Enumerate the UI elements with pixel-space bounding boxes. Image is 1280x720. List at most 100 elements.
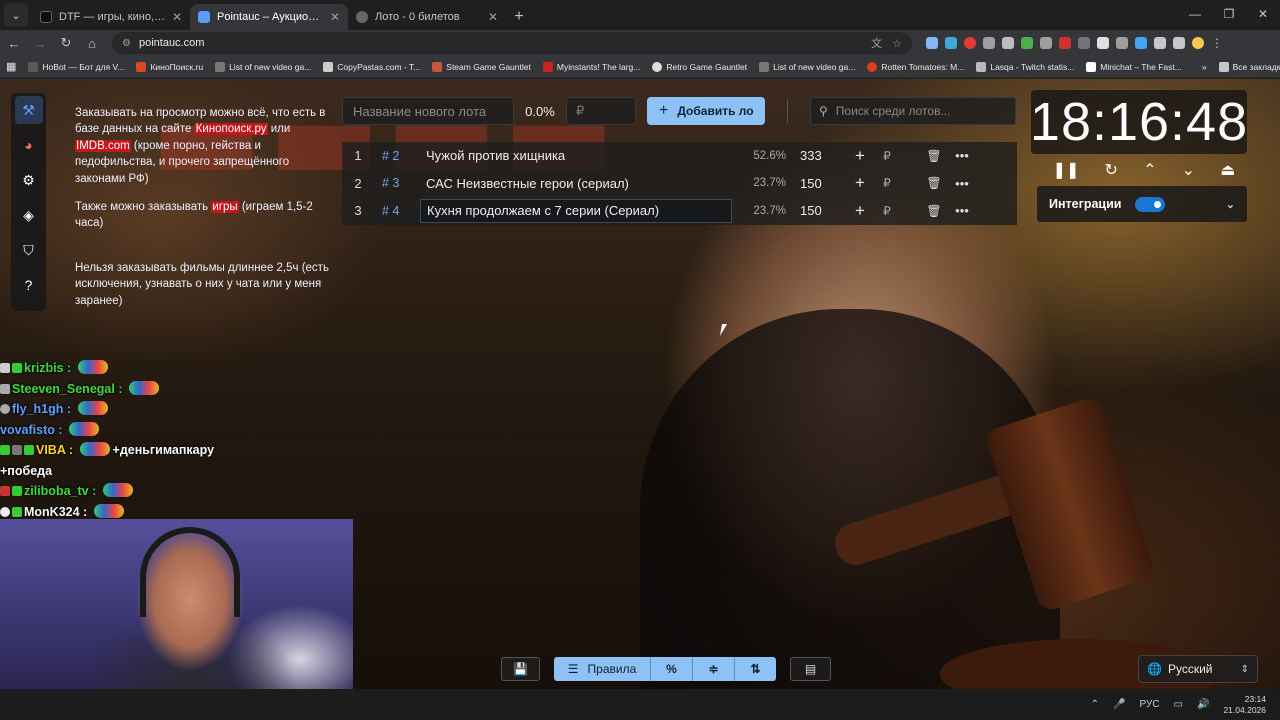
profile-avatar-icon[interactable] bbox=[1192, 37, 1204, 49]
all-bookmarks-folder[interactable]: Все закладки bbox=[1213, 61, 1280, 72]
lot-name-edit-field[interactable]: Кухня продолжаем с 7 серии (Сериал) bbox=[420, 198, 732, 223]
bookmark-item[interactable]: List of new video ga... bbox=[209, 61, 317, 72]
chevron-up-icon[interactable]: ⌃ bbox=[1143, 160, 1156, 180]
tray-chevron-icon[interactable]: ⌃ bbox=[1091, 699, 1099, 710]
clear-list-icon[interactable]: ▤ bbox=[790, 657, 831, 681]
compress-icon[interactable]: ≑ bbox=[693, 657, 734, 681]
kinopoisk-link[interactable]: Кинопоиск.ру bbox=[194, 123, 268, 136]
bookmark-item[interactable]: Minichat – The Fast... bbox=[1080, 61, 1188, 72]
eject-icon[interactable]: ⏏ bbox=[1220, 160, 1235, 180]
wheel-icon[interactable]: ◕ bbox=[15, 131, 43, 159]
lot-currency[interactable]: ₽ bbox=[874, 149, 900, 163]
add-amount-icon[interactable]: + bbox=[846, 201, 874, 221]
lot-name[interactable]: Чужой против хищника bbox=[420, 144, 732, 168]
lot-id[interactable]: # 2 bbox=[374, 149, 420, 163]
lot-search-input[interactable]: ⚲ Поиск среди лотов... bbox=[810, 97, 1016, 125]
extension-icon[interactable] bbox=[1097, 37, 1109, 49]
integrations-panel[interactable]: Интеграции ⌄ bbox=[1037, 186, 1247, 222]
new-tab-button[interactable]: + bbox=[506, 4, 532, 30]
bookmark-item[interactable]: Steam Game Gauntlet bbox=[426, 61, 537, 72]
sort-icon[interactable]: ⇅ bbox=[735, 657, 776, 681]
extension-icon[interactable] bbox=[1021, 37, 1033, 49]
volume-icon[interactable]: 🔊 bbox=[1197, 699, 1209, 710]
close-icon[interactable]: ✕ bbox=[488, 10, 498, 24]
media-controls-icon[interactable] bbox=[1173, 37, 1185, 49]
pause-icon[interactable]: ❚❚ bbox=[1053, 160, 1080, 180]
close-icon[interactable]: ✕ bbox=[172, 10, 182, 24]
bookmark-star-icon[interactable]: ☆ bbox=[892, 37, 902, 50]
back-button[interactable]: ← bbox=[2, 36, 26, 51]
chevron-down-icon[interactable]: ⌄ bbox=[1226, 198, 1235, 211]
more-options-icon[interactable]: ••• bbox=[948, 148, 976, 163]
minimize-button[interactable]: — bbox=[1178, 0, 1212, 28]
tab-search-button[interactable]: ⌄ bbox=[4, 3, 28, 27]
more-bookmarks-chevron-icon[interactable]: » bbox=[1196, 62, 1213, 72]
bookmark-item[interactable]: CopyPastas.com - T... bbox=[317, 61, 426, 72]
tab-pointauc[interactable]: Pointauc – Аукционы, лотере ✕ bbox=[190, 4, 348, 30]
lot-id[interactable]: # 4 bbox=[374, 204, 420, 218]
gear-icon[interactable]: ⚙ bbox=[15, 166, 43, 194]
layers-icon[interactable]: ◈ bbox=[15, 201, 43, 229]
language-select[interactable]: 🌐 Русский ⇕ bbox=[1138, 655, 1258, 683]
chevron-down-icon[interactable]: ⌄ bbox=[1182, 160, 1195, 180]
rules-button[interactable]: ☰ Правила bbox=[554, 657, 650, 681]
home-button[interactable]: ⌂ bbox=[80, 36, 104, 51]
lot-name[interactable]: САС Неизвестные герои (сериал) bbox=[420, 171, 732, 195]
tab-loto[interactable]: Лото - 0 билетов ✕ bbox=[348, 4, 506, 30]
bookmark-item[interactable]: Lasqa - Twitch statis... bbox=[970, 61, 1080, 72]
add-amount-icon[interactable]: + bbox=[846, 146, 874, 166]
save-icon[interactable]: 💾 bbox=[501, 657, 540, 681]
extension-icon[interactable] bbox=[945, 37, 957, 49]
lot-currency[interactable]: ₽ bbox=[874, 176, 900, 190]
extension-icon[interactable] bbox=[1116, 37, 1128, 49]
restart-icon[interactable]: ↻ bbox=[1105, 160, 1118, 180]
menu-dots-icon[interactable]: ⋮ bbox=[1211, 37, 1223, 49]
translate-icon[interactable]: 文 bbox=[871, 35, 882, 51]
extension-icon[interactable] bbox=[1135, 37, 1147, 49]
integrations-toggle[interactable] bbox=[1135, 196, 1166, 212]
input-language[interactable]: РУС bbox=[1140, 699, 1160, 710]
lot-price-input[interactable]: ₽ bbox=[566, 97, 636, 125]
bookmark-item[interactable]: КиноПоиск.ru bbox=[130, 61, 209, 72]
more-options-icon[interactable]: ••• bbox=[948, 203, 976, 218]
percent-toggle-button[interactable]: % bbox=[651, 657, 692, 681]
bookmark-item[interactable]: Retro Game Gauntlet bbox=[646, 61, 753, 72]
apps-grid-icon[interactable]: ▦ bbox=[0, 60, 22, 73]
network-icon[interactable]: ▭ bbox=[1174, 699, 1183, 710]
close-icon[interactable]: ✕ bbox=[330, 10, 340, 24]
auction-gavel-icon[interactable]: ⚒ bbox=[14, 96, 43, 124]
trash-icon[interactable]: 🗑 bbox=[920, 204, 948, 218]
extension-icon[interactable] bbox=[964, 37, 976, 49]
lot-currency[interactable]: ₽ bbox=[874, 204, 900, 218]
bookmark-item[interactable]: List of new video ga... bbox=[753, 61, 861, 72]
extension-icon[interactable] bbox=[983, 37, 995, 49]
lot-name-input[interactable]: Название нового лота bbox=[342, 97, 514, 125]
more-options-icon[interactable]: ••• bbox=[948, 176, 976, 191]
extension-icon[interactable] bbox=[1002, 37, 1014, 49]
extension-icon[interactable] bbox=[1078, 37, 1090, 49]
bookmark-item[interactable]: Myinstants! The larg... bbox=[537, 61, 646, 72]
tab-dtf[interactable]: DTF — игры, кино, сериалы, р ✕ bbox=[32, 4, 190, 30]
system-clock[interactable]: 23:14 21.04.2026 bbox=[1223, 694, 1266, 716]
restore-button[interactable]: ❐ bbox=[1212, 0, 1246, 28]
bookmark-item[interactable]: HoBot — Бот для V... bbox=[22, 61, 130, 72]
extension-icon[interactable] bbox=[926, 37, 938, 49]
lot-id[interactable]: # 3 bbox=[374, 176, 420, 190]
imdb-link[interactable]: IMDB.com bbox=[75, 139, 131, 152]
trash-icon[interactable]: 🗑 bbox=[920, 176, 948, 190]
extension-icon[interactable] bbox=[1059, 37, 1071, 49]
shield-icon[interactable]: ⛉ bbox=[15, 236, 43, 264]
add-lot-button[interactable]: + Добавить ло bbox=[647, 97, 765, 125]
microphone-icon[interactable]: 🎤 bbox=[1113, 699, 1125, 710]
bookmark-item[interactable]: Rotten Tomatoes: M... bbox=[861, 61, 970, 72]
trash-icon[interactable]: 🗑 bbox=[920, 149, 948, 163]
reload-button[interactable]: ↻ bbox=[54, 35, 78, 51]
add-amount-icon[interactable]: + bbox=[846, 173, 874, 193]
forward-button[interactable]: → bbox=[28, 36, 52, 51]
close-window-button[interactable]: ✕ bbox=[1246, 0, 1280, 28]
help-icon[interactable]: ? bbox=[15, 271, 43, 299]
extension-icon[interactable] bbox=[1040, 37, 1052, 49]
site-info-icon[interactable]: ⚙ bbox=[122, 38, 131, 49]
address-bar[interactable]: ⚙ pointauc.com 文 ☆ bbox=[112, 32, 912, 54]
extensions-puzzle-icon[interactable] bbox=[1154, 37, 1166, 49]
